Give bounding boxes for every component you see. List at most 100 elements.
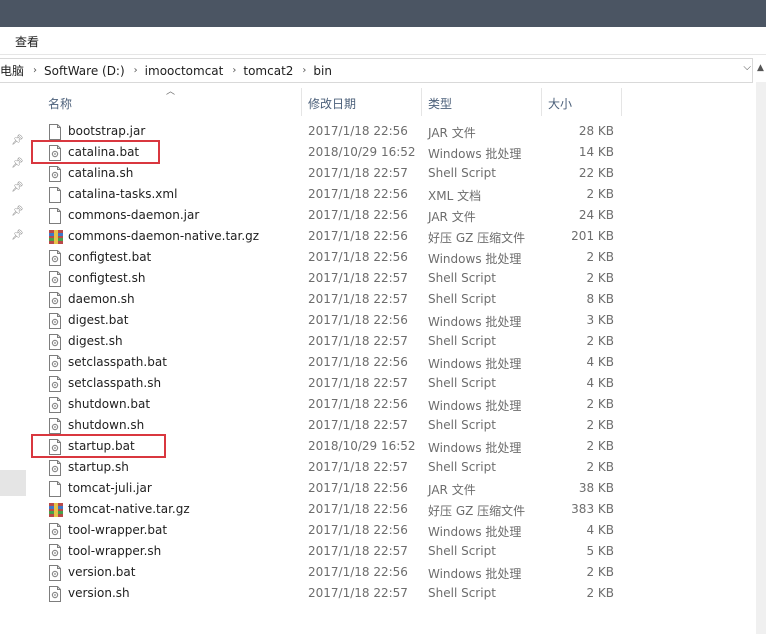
- highlight-box: [31, 140, 160, 164]
- vertical-scrollbar[interactable]: [756, 82, 766, 634]
- file-name: shutdown.sh: [68, 418, 145, 432]
- crumb-folder-bin[interactable]: bin: [306, 64, 341, 78]
- file-size: 8 KB: [586, 292, 614, 306]
- pin-icon[interactable]: 📌︎: [11, 182, 24, 193]
- column-header-date[interactable]: 修改日期: [302, 88, 420, 116]
- file-type: Shell Script: [428, 418, 496, 432]
- column-header-size[interactable]: 大小: [542, 88, 620, 116]
- file-date: 2017/1/18 22:56: [308, 481, 408, 495]
- window-title-bar[interactable]: [0, 0, 766, 27]
- file-date: 2017/1/18 22:57: [308, 376, 408, 390]
- view-menu[interactable]: 查看: [15, 33, 39, 50]
- file-date: 2017/1/18 22:56: [308, 355, 408, 369]
- file-date: 2017/1/18 22:56: [308, 208, 408, 222]
- file-date: 2017/1/18 22:57: [308, 334, 408, 348]
- pin-icon[interactable]: 📌︎: [11, 135, 24, 146]
- file-name: setclasspath.sh: [68, 376, 162, 390]
- file-name: catalina.sh: [68, 166, 134, 180]
- column-divider[interactable]: [621, 88, 622, 116]
- file-size: 14 KB: [578, 145, 614, 159]
- file-size: 22 KB: [578, 166, 614, 180]
- file-row[interactable]: shutdown.bat 2017/1/18 22:56 Windows 批处理 2 …: [44, 394, 744, 415]
- file-row[interactable]: startup.sh 2017/1/18 22:57 Shell Script 2 K…: [44, 457, 744, 478]
- script-icon: [48, 271, 62, 287]
- file-date: 2017/1/18 22:56: [308, 397, 408, 411]
- column-header-type[interactable]: 类型: [422, 88, 540, 116]
- scroll-up-icon[interactable]: ▲: [757, 63, 764, 73]
- file-name: tomcat-native.tar.gz: [68, 502, 190, 516]
- script-icon: [48, 376, 62, 392]
- file-name: configtest.bat: [68, 250, 152, 264]
- file-row[interactable]: version.bat 2017/1/18 22:56 Windows 批处理 2 K…: [44, 562, 744, 583]
- address-bar[interactable]: 电脑 › SoftWare (D:) › imooctomcat › tomca…: [0, 58, 753, 83]
- file-size: 38 KB: [578, 481, 614, 495]
- file-row[interactable]: tool-wrapper.bat 2017/1/18 22:56 Windows 批…: [44, 520, 744, 541]
- crumb-folder-tomcat2[interactable]: tomcat2: [236, 64, 302, 78]
- file-size: 2 KB: [586, 565, 614, 579]
- file-size: 24 KB: [578, 208, 614, 222]
- nav-pane-selected-item[interactable]: [0, 470, 26, 496]
- file-date: 2017/1/18 22:57: [308, 586, 408, 600]
- file-name: configtest.sh: [68, 271, 146, 285]
- file-date: 2017/1/18 22:56: [308, 229, 408, 243]
- file-name: digest.sh: [68, 334, 123, 348]
- file-type: Shell Script: [428, 376, 496, 390]
- file-size: 28 KB: [578, 124, 614, 138]
- chevron-down-icon[interactable]: ⌵: [743, 62, 751, 73]
- file-size: 4 KB: [586, 355, 614, 369]
- column-header-name[interactable]: 名称: [44, 88, 300, 116]
- script-icon: [48, 544, 62, 560]
- crumb-computer[interactable]: 电脑: [0, 62, 33, 79]
- file-name: tomcat-juli.jar: [68, 481, 152, 495]
- file-icon: [48, 481, 62, 497]
- file-row[interactable]: tool-wrapper.sh 2017/1/18 22:57 Shell Scri…: [44, 541, 744, 562]
- file-type: Windows 批处理: [428, 315, 522, 329]
- file-name: shutdown.bat: [68, 397, 151, 411]
- script-icon: [48, 292, 62, 308]
- file-row[interactable]: tomcat-juli.jar 2017/1/18 22:56 JAR 文件 38 K…: [44, 478, 744, 499]
- pin-icon[interactable]: 📌︎: [11, 230, 24, 241]
- file-row[interactable]: bootstrap.jar 2017/1/18 22:56 JAR 文件 28 KB: [44, 121, 744, 142]
- file-row[interactable]: catalina-tasks.xml 2017/1/18 22:56 XML 文档 2…: [44, 184, 744, 205]
- file-row[interactable]: catalina.sh 2017/1/18 22:57 Shell Script 22…: [44, 163, 744, 184]
- file-type: XML 文档: [428, 189, 482, 203]
- file-size: 3 KB: [586, 313, 614, 327]
- file-name: commons-daemon-native.tar.gz: [68, 229, 260, 243]
- file-size: 5 KB: [586, 544, 614, 558]
- script-icon: [48, 460, 62, 476]
- file-date: 2018/10/29 16:52: [308, 439, 416, 453]
- pin-icon[interactable]: 📌︎: [11, 206, 24, 217]
- script-icon: [48, 418, 62, 434]
- file-type: Shell Script: [428, 460, 496, 474]
- file-row[interactable]: setclasspath.sh 2017/1/18 22:57 Shell Scri…: [44, 373, 744, 394]
- file-date: 2017/1/18 22:56: [308, 523, 408, 537]
- file-size: 2 KB: [586, 187, 614, 201]
- file-type: Windows 批处理: [428, 441, 522, 455]
- file-row[interactable]: configtest.sh 2017/1/18 22:57 Shell Script…: [44, 268, 744, 289]
- file-row[interactable]: shutdown.sh 2017/1/18 22:57 Shell Script 2 …: [44, 415, 744, 436]
- file-type: Shell Script: [428, 334, 496, 348]
- file-row[interactable]: digest.bat 2017/1/18 22:56 Windows 批处理 3 KB: [44, 310, 744, 331]
- file-row[interactable]: commons-daemon.jar 2017/1/18 22:56 JAR 文件 2…: [44, 205, 744, 226]
- file-name: commons-daemon.jar: [68, 208, 200, 222]
- menu-bar: 查看: [0, 27, 766, 55]
- file-row[interactable]: commons-daemon-native.tar.gz 2017/1/18 22…: [44, 226, 744, 247]
- script-icon: [48, 397, 62, 413]
- crumb-drive[interactable]: SoftWare (D:): [37, 64, 134, 78]
- file-row[interactable]: version.sh 2017/1/18 22:57 Shell Script 2 K…: [44, 583, 744, 604]
- column-header-size-label: 大小: [548, 97, 573, 111]
- file-size: 2 KB: [586, 439, 614, 453]
- archive-icon: [48, 229, 63, 245]
- pin-icon[interactable]: 📌︎: [11, 158, 24, 169]
- file-row[interactable]: configtest.bat 2017/1/18 22:56 Windows 批处理…: [44, 247, 744, 268]
- crumb-folder-imooctomcat[interactable]: imooctomcat: [138, 64, 233, 78]
- file-size: 4 KB: [586, 523, 614, 537]
- file-row[interactable]: digest.sh 2017/1/18 22:57 Shell Script 2 KB: [44, 331, 744, 352]
- file-name: catalina-tasks.xml: [68, 187, 178, 201]
- file-row[interactable]: daemon.sh 2017/1/18 22:57 Shell Script 8 KB: [44, 289, 744, 310]
- file-row[interactable]: tomcat-native.tar.gz 2017/1/18 22:56 好压 GZ…: [44, 499, 744, 520]
- file-row[interactable]: setclasspath.bat 2017/1/18 22:56 Windows 批…: [44, 352, 744, 373]
- file-date: 2017/1/18 22:56: [308, 502, 408, 516]
- file-size: 2 KB: [586, 250, 614, 264]
- column-header-name-label: 名称: [48, 97, 73, 111]
